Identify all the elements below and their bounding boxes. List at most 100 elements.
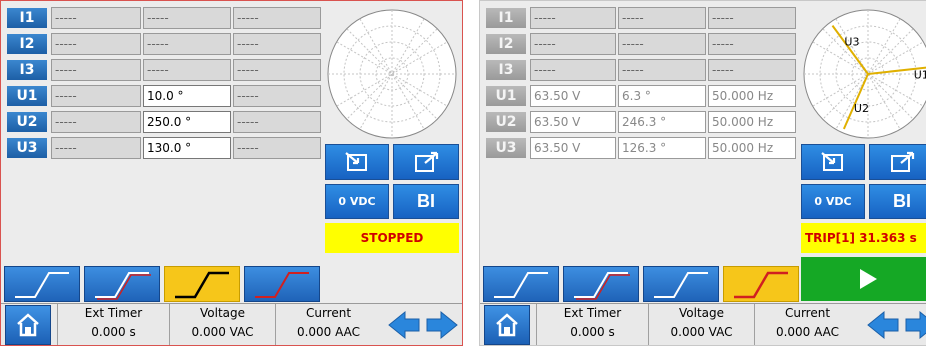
ramp-curve-icon — [494, 272, 548, 298]
ext-timer-label: Ext Timer — [84, 306, 143, 320]
current-value: 0.000 AAC — [296, 325, 361, 339]
frequency-cell[interactable]: ----- — [233, 137, 321, 159]
angle-cell[interactable]: ----- — [143, 59, 231, 81]
voltage-readout: Voltage 0.000 VAC — [648, 304, 754, 345]
phasor-label-u2: U2 — [854, 102, 869, 115]
angle-input[interactable]: 130.0 ° — [143, 137, 231, 159]
nav-arrows — [867, 310, 926, 340]
current-label: Current — [784, 306, 831, 320]
angle-input[interactable]: 250.0 ° — [143, 111, 231, 133]
tab-characteristic-3[interactable] — [643, 266, 719, 302]
home-icon — [17, 313, 39, 337]
angle-cell[interactable]: ----- — [618, 59, 706, 81]
channel-tag-u2[interactable]: U2 — [486, 112, 526, 132]
magnitude-cell[interactable]: ----- — [51, 59, 141, 81]
tab-characteristic-2[interactable] — [563, 266, 639, 302]
tab-characteristic-1[interactable] — [4, 266, 80, 302]
binary-input-button[interactable]: BI — [393, 184, 459, 219]
import-icon — [345, 152, 367, 171]
ramp-curve-icon — [15, 272, 69, 298]
ext-timer-label: Ext Timer — [563, 306, 622, 320]
frequency-cell[interactable]: ----- — [233, 33, 321, 55]
ramp-curve-icon — [734, 271, 788, 299]
tab-characteristic-3[interactable] — [164, 266, 240, 302]
home-button[interactable] — [484, 305, 530, 345]
angle-cell[interactable]: ----- — [143, 33, 231, 55]
angle-cell[interactable]: ----- — [143, 7, 231, 29]
ramp-curve-icon — [654, 272, 708, 298]
voltage-readout: Voltage 0.000 VAC — [169, 304, 275, 345]
ramp-curve-icon — [574, 272, 630, 300]
channel-tag-i2[interactable]: I2 — [486, 34, 526, 54]
tab-characteristic-4[interactable] — [723, 266, 799, 302]
frequency-cell[interactable]: ----- — [233, 7, 321, 29]
export-icon — [891, 151, 915, 172]
channel-tag-i3[interactable]: I3 — [486, 60, 526, 80]
export-button[interactable] — [393, 144, 459, 180]
frequency-cell[interactable]: ----- — [233, 111, 321, 133]
import-button[interactable] — [801, 144, 865, 180]
import-button[interactable] — [325, 144, 389, 180]
magnitude-cell[interactable]: ----- — [530, 33, 616, 55]
import-icon — [821, 152, 843, 171]
export-button[interactable] — [869, 144, 926, 180]
magnitude-cell[interactable]: ----- — [51, 33, 141, 55]
channel-tag-u3[interactable]: U3 — [7, 138, 47, 158]
channel-tag-u1[interactable]: U1 — [486, 86, 526, 106]
magnitude-cell[interactable]: ----- — [51, 137, 141, 159]
magnitude-cell[interactable]: 63.50 V — [530, 111, 616, 133]
frequency-cell[interactable]: ----- — [233, 85, 321, 107]
arrow-left-icon[interactable] — [388, 310, 420, 340]
channel-tag-i1[interactable]: I1 — [486, 8, 526, 28]
frequency-cell[interactable]: ----- — [708, 33, 796, 55]
frequency-cell[interactable]: ----- — [708, 59, 796, 81]
tab-characteristic-4[interactable] — [244, 266, 320, 302]
angle-cell[interactable]: 6.3 ° — [618, 85, 706, 107]
channel-tag-u3[interactable]: U3 — [486, 138, 526, 158]
voltage-value: 0.000 VAC — [670, 325, 733, 339]
vdc-button[interactable]: 0 VDC — [801, 184, 865, 219]
ext-timer-value: 0.000 s — [91, 325, 136, 339]
magnitude-cell[interactable]: 63.50 V — [530, 137, 616, 159]
ext-timer-value: 0.000 s — [570, 325, 615, 339]
angle-cell[interactable]: 246.3 ° — [618, 111, 706, 133]
arrow-left-icon[interactable] — [867, 310, 899, 340]
play-icon — [860, 269, 877, 289]
current-readout: Current 0.000 AAC — [754, 304, 860, 345]
magnitude-cell[interactable]: 63.50 V — [530, 85, 616, 107]
arrow-right-icon[interactable] — [426, 310, 458, 340]
play-button[interactable] — [801, 257, 926, 301]
channel-tag-i2[interactable]: I2 — [7, 34, 47, 54]
ramp-curve-icon — [95, 272, 151, 300]
frequency-cell[interactable]: ----- — [233, 59, 321, 81]
ext-timer-readout: Ext Timer 0.000 s — [536, 304, 648, 345]
tab-characteristic-1[interactable] — [483, 266, 559, 302]
magnitude-cell[interactable]: ----- — [51, 85, 141, 107]
channel-tag-i3[interactable]: I3 — [7, 60, 47, 80]
magnitude-cell[interactable]: ----- — [51, 111, 141, 133]
binary-input-button[interactable]: BI — [869, 184, 926, 219]
channel-tag-u1[interactable]: U1 — [7, 86, 47, 106]
ext-timer-readout: Ext Timer 0.000 s — [57, 304, 169, 345]
magnitude-cell[interactable]: ----- — [530, 7, 616, 29]
tab-characteristic-2[interactable] — [84, 266, 160, 302]
frequency-cell[interactable]: 50.000 Hz — [708, 137, 796, 159]
magnitude-cell[interactable]: ----- — [530, 59, 616, 81]
voltage-label: Voltage — [199, 306, 245, 320]
angle-cell[interactable]: 126.3 ° — [618, 137, 706, 159]
angle-input[interactable]: 10.0 ° — [143, 85, 231, 107]
magnitude-cell[interactable]: ----- — [51, 7, 141, 29]
right-test-panel: I1 ----- ----- ----- I2 ----- ----- ----… — [479, 0, 926, 346]
angle-cell[interactable]: ----- — [618, 7, 706, 29]
vdc-button[interactable]: 0 VDC — [325, 184, 389, 219]
channel-tag-u2[interactable]: U2 — [7, 112, 47, 132]
channel-tag-i1[interactable]: I1 — [7, 8, 47, 28]
frequency-cell[interactable]: ----- — [708, 7, 796, 29]
home-button[interactable] — [5, 305, 51, 345]
angle-cell[interactable]: ----- — [618, 33, 706, 55]
frequency-cell[interactable]: 50.000 Hz — [708, 85, 796, 107]
home-icon — [496, 313, 518, 337]
left-test-panel: I1 ----- ----- ----- I2 ----- ----- ----… — [0, 0, 463, 346]
frequency-cell[interactable]: 50.000 Hz — [708, 111, 796, 133]
arrow-right-icon[interactable] — [905, 310, 926, 340]
